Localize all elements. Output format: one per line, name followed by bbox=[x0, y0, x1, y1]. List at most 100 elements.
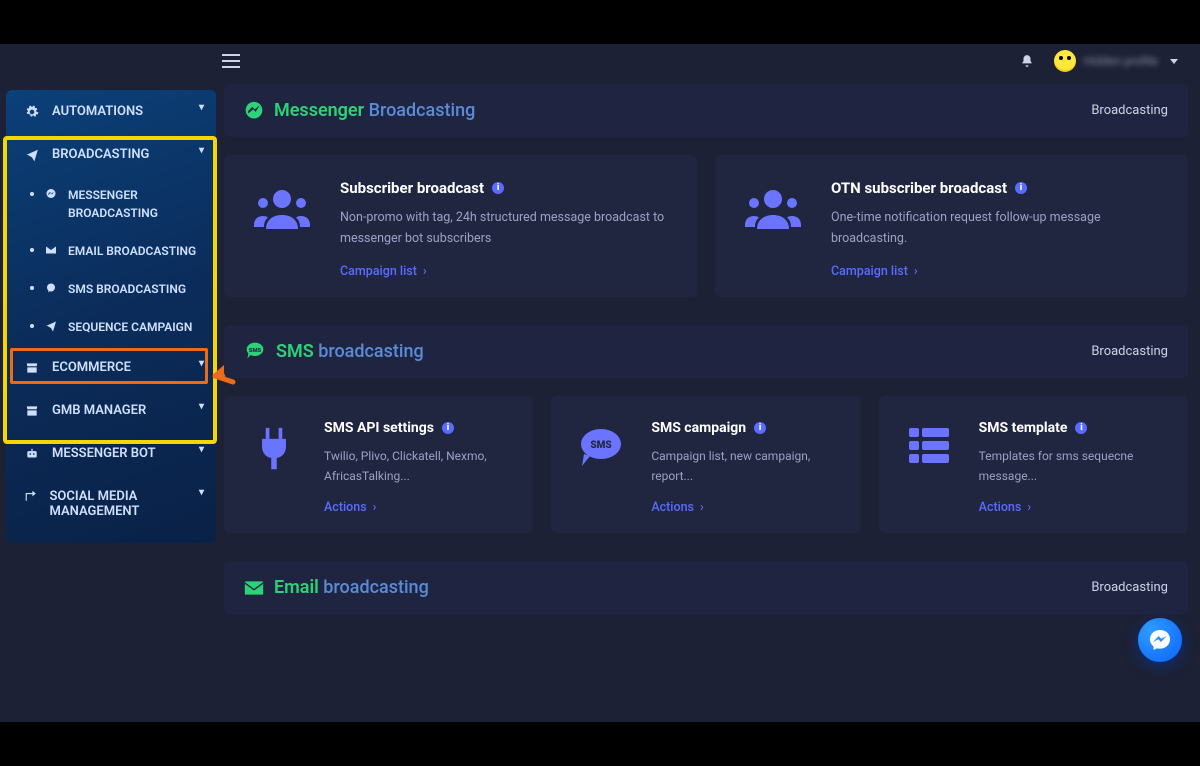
chevron-right-icon: › bbox=[700, 500, 704, 515]
svg-text:SMS: SMS bbox=[591, 440, 612, 451]
robot-icon bbox=[24, 447, 40, 461]
sidebar-label: AUTOMATIONS bbox=[52, 104, 143, 119]
messenger-icon bbox=[1148, 628, 1172, 652]
chevron-down-icon bbox=[1170, 59, 1178, 64]
section-title-b: broadcasting bbox=[323, 577, 428, 598]
breadcrumb: Broadcasting bbox=[1091, 103, 1168, 118]
section-sms-broadcasting: SMS SMS broadcasting Broadcasting bbox=[224, 325, 1188, 378]
sidebar-sub-sms-broadcasting[interactable]: SMS BROADCASTING bbox=[6, 270, 216, 308]
cogs-icon bbox=[24, 105, 40, 119]
chevron-down-icon: ▾ bbox=[199, 358, 204, 369]
card-otn-subscriber-broadcast[interactable]: OTN subscriber broadcast i One-time notif… bbox=[715, 155, 1188, 297]
messenger-fab[interactable] bbox=[1138, 618, 1182, 662]
card-title: SMS template bbox=[979, 420, 1068, 436]
users-icon bbox=[252, 185, 312, 231]
bullet-icon bbox=[30, 192, 34, 196]
user-menu[interactable]: Hidden profile bbox=[1054, 50, 1178, 72]
actions-link[interactable]: Actions› bbox=[324, 500, 376, 515]
svg-text:SMS: SMS bbox=[249, 348, 262, 354]
card-sms-api-settings[interactable]: SMS API settings i Twilio, Plivo, Clickat… bbox=[224, 396, 533, 534]
sidebar-label: SOCIAL MEDIA MANAGEMENT bbox=[49, 489, 202, 519]
chevron-right-icon: › bbox=[423, 264, 427, 279]
card-desc: One-time notification request follow-up … bbox=[831, 207, 1166, 250]
info-icon[interactable]: i bbox=[442, 422, 454, 434]
sidebar-sub-sequence-campaign[interactable]: SEQUENCE CAMPAIGN bbox=[6, 308, 216, 346]
section-title-a: SMS bbox=[276, 341, 314, 362]
chevron-right-icon: › bbox=[373, 500, 377, 515]
menu-toggle-icon[interactable] bbox=[222, 54, 240, 68]
sidebar: AUTOMATIONS ▾ BROADCASTING ▾ MESSENGER B… bbox=[6, 90, 216, 543]
sidebar-item-messenger-bot[interactable]: MESSENGER BOT ▾ bbox=[6, 432, 216, 475]
paper-plane-icon bbox=[24, 148, 40, 162]
info-icon[interactable]: i bbox=[1075, 422, 1087, 434]
plug-icon bbox=[253, 426, 295, 472]
user-name: Hidden profile bbox=[1084, 54, 1158, 68]
card-title: Subscriber broadcast bbox=[340, 179, 484, 197]
sidebar-item-automations[interactable]: AUTOMATIONS ▾ bbox=[6, 90, 216, 133]
chevron-down-icon: ▾ bbox=[199, 102, 204, 113]
sidebar-label: ECOMMERCE bbox=[52, 360, 131, 375]
section-title-b: broadcasting bbox=[318, 341, 423, 362]
topbar: Hidden profile bbox=[0, 44, 1200, 78]
sidebar-label: GMB MANAGER bbox=[52, 403, 146, 418]
card-desc: Templates for sms sequecne message... bbox=[979, 446, 1166, 487]
sms-bubble-icon: SMS bbox=[576, 426, 626, 470]
messenger-icon bbox=[44, 188, 58, 200]
envelope-icon bbox=[244, 580, 264, 596]
paper-plane-icon bbox=[44, 320, 58, 332]
card-desc: Twilio, Plivo, Clickatell, Nexmo, Africa… bbox=[324, 446, 511, 487]
sidebar-item-ecommerce[interactable]: ECOMMERCE ▾ bbox=[6, 346, 216, 389]
actions-link[interactable]: Actions› bbox=[979, 500, 1031, 515]
sidebar-sub-messenger-broadcasting[interactable]: MESSENGER BROADCASTING bbox=[6, 176, 216, 232]
chevron-down-icon: ▾ bbox=[199, 444, 204, 455]
info-icon[interactable]: i bbox=[492, 182, 504, 194]
breadcrumb: Broadcasting bbox=[1091, 580, 1168, 595]
list-icon bbox=[907, 426, 951, 466]
actions-link[interactable]: Actions› bbox=[651, 500, 703, 515]
bell-icon[interactable] bbox=[1020, 53, 1034, 69]
campaign-list-link[interactable]: Campaign list› bbox=[340, 264, 427, 279]
envelope-icon bbox=[44, 244, 58, 256]
chevron-right-icon: › bbox=[914, 264, 918, 279]
avatar-icon bbox=[1054, 50, 1076, 72]
info-icon[interactable]: i bbox=[1015, 182, 1027, 194]
sidebar-sub-label: MESSENGER BROADCASTING bbox=[68, 186, 204, 222]
card-desc: Non-promo with tag, 24h structured messa… bbox=[340, 207, 675, 250]
sidebar-label: BROADCASTING bbox=[52, 147, 149, 162]
chevron-down-icon: ▾ bbox=[199, 145, 204, 156]
bullet-icon bbox=[30, 286, 34, 290]
sms-icon: SMS bbox=[244, 341, 266, 361]
sidebar-sub-label: SMS BROADCASTING bbox=[68, 280, 186, 298]
card-title: SMS campaign bbox=[651, 420, 746, 436]
section-email-broadcasting: Email broadcasting Broadcasting bbox=[224, 561, 1188, 614]
chevron-down-icon: ▾ bbox=[199, 487, 204, 498]
card-title: SMS API settings bbox=[324, 420, 434, 436]
sidebar-label: MESSENGER BOT bbox=[52, 446, 156, 461]
section-title-a: Messenger bbox=[274, 100, 364, 121]
store-icon bbox=[24, 361, 40, 375]
share-icon bbox=[24, 491, 37, 505]
section-messenger-broadcasting: Messenger Broadcasting Broadcasting bbox=[224, 84, 1188, 137]
card-desc: Campaign list, new campaign, report... bbox=[651, 446, 838, 487]
sidebar-sub-label: SEQUENCE CAMPAIGN bbox=[68, 318, 192, 336]
sidebar-sub-label: EMAIL BROADCASTING bbox=[68, 242, 196, 260]
sidebar-item-social-media[interactable]: SOCIAL MEDIA MANAGEMENT ▾ bbox=[6, 475, 216, 533]
store-icon bbox=[24, 404, 40, 418]
section-title-b: Broadcasting bbox=[369, 100, 476, 121]
sidebar-item-broadcasting[interactable]: BROADCASTING ▾ bbox=[6, 133, 216, 176]
card-sms-campaign[interactable]: SMS SMS campaign i Campaign list, new cam… bbox=[551, 396, 860, 534]
chevron-down-icon: ▾ bbox=[199, 401, 204, 412]
info-icon[interactable]: i bbox=[754, 422, 766, 434]
bullet-icon bbox=[30, 324, 34, 328]
card-sms-template[interactable]: SMS template i Templates for sms sequecne… bbox=[879, 396, 1188, 534]
messenger-icon bbox=[244, 101, 264, 121]
card-title: OTN subscriber broadcast bbox=[831, 179, 1007, 197]
sidebar-sub-email-broadcasting[interactable]: EMAIL BROADCASTING bbox=[6, 232, 216, 270]
bullet-icon bbox=[30, 248, 34, 252]
chevron-right-icon: › bbox=[1027, 500, 1031, 515]
sidebar-item-gmb-manager[interactable]: GMB MANAGER ▾ bbox=[6, 389, 216, 432]
main-content: Messenger Broadcasting Broadcasting Subs… bbox=[224, 84, 1188, 722]
section-title-a: Email bbox=[274, 577, 319, 598]
card-subscriber-broadcast[interactable]: Subscriber broadcast i Non-promo with tag… bbox=[224, 155, 697, 297]
campaign-list-link[interactable]: Campaign list› bbox=[831, 264, 918, 279]
